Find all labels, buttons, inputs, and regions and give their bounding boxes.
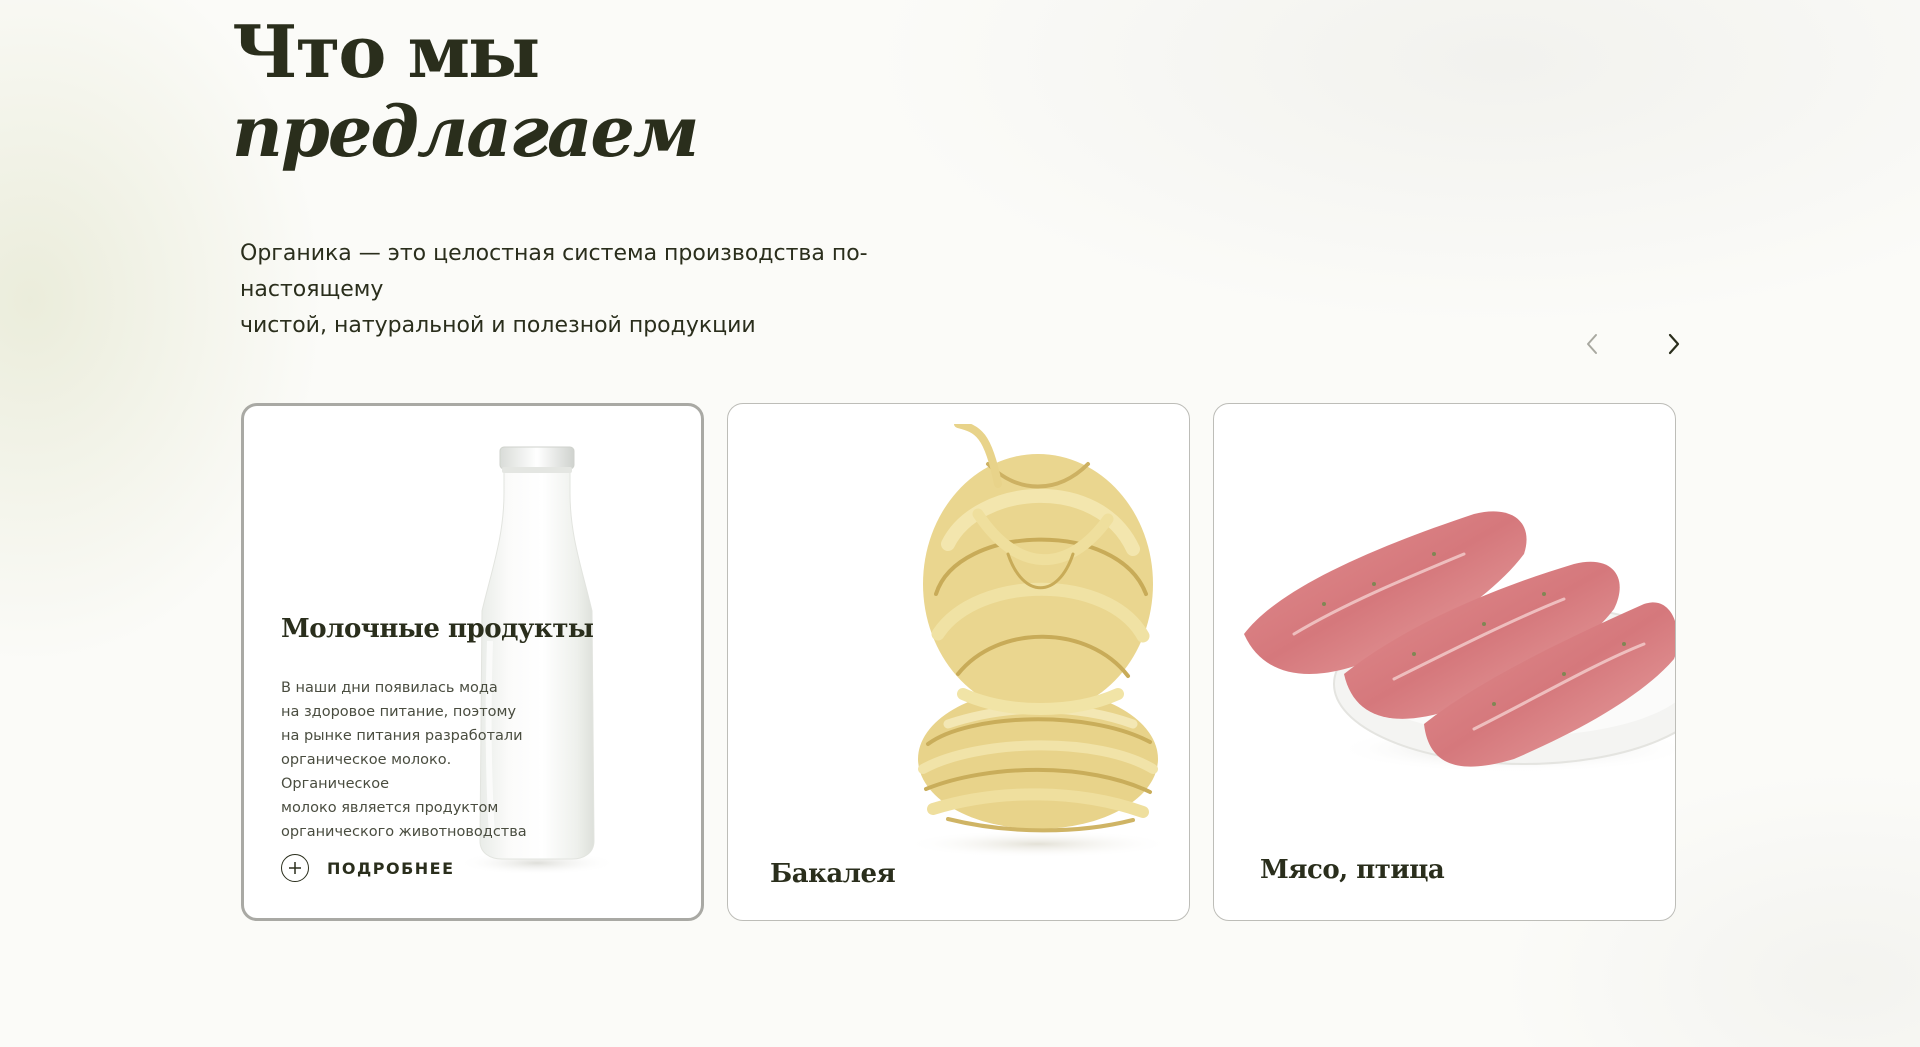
carousel-next-button[interactable] [1656,326,1692,362]
chevron-right-icon [1668,333,1680,355]
card-description-line: В наши дни появилась мода [281,680,498,696]
section-lead-line1: Органика — это целостная система произво… [240,241,868,302]
card-title: Молочные продукты [281,614,594,644]
card-description-line: на здоровое питание, поэтому [281,704,517,720]
card-description: В наши дни появилась мода на здоровое пи… [281,676,561,844]
product-card-meat[interactable]: Мясо, птица [1213,403,1676,921]
plus-circle-icon [281,854,309,882]
card-description-line: молоко является продуктом [281,800,499,816]
more-link-label: ПОДРОБНЕЕ [327,858,455,878]
card-description-line: органического животноводства [281,824,527,840]
card-title: Мясо, птица [1260,855,1445,885]
section-title-line1: Что мы [232,9,540,94]
card-description-line: на рынке питания разработали [281,728,523,744]
raw-meat-plate-image [1244,511,1675,773]
product-card-dairy[interactable]: Молочные продукты В наши дни появилась м… [241,403,704,921]
section-title: Что мы предлагаем [232,9,699,173]
section-lead: Органика — это целостная система произво… [240,236,960,344]
product-card-grocery[interactable]: Бакалея [727,403,1190,921]
section-lead-line2: чистой, натуральной и полезной продукции [240,313,756,338]
card-description-line: органическое молоко. Органическое [281,752,452,792]
section-title-line2: предлагаем [232,90,699,173]
chevron-left-icon [1587,334,1597,354]
more-link[interactable]: ПОДРОБНЕЕ [281,854,455,882]
carousel-prev-button[interactable] [1574,326,1610,362]
card-title: Бакалея [770,859,896,889]
pasta-nests-image [903,424,1173,858]
